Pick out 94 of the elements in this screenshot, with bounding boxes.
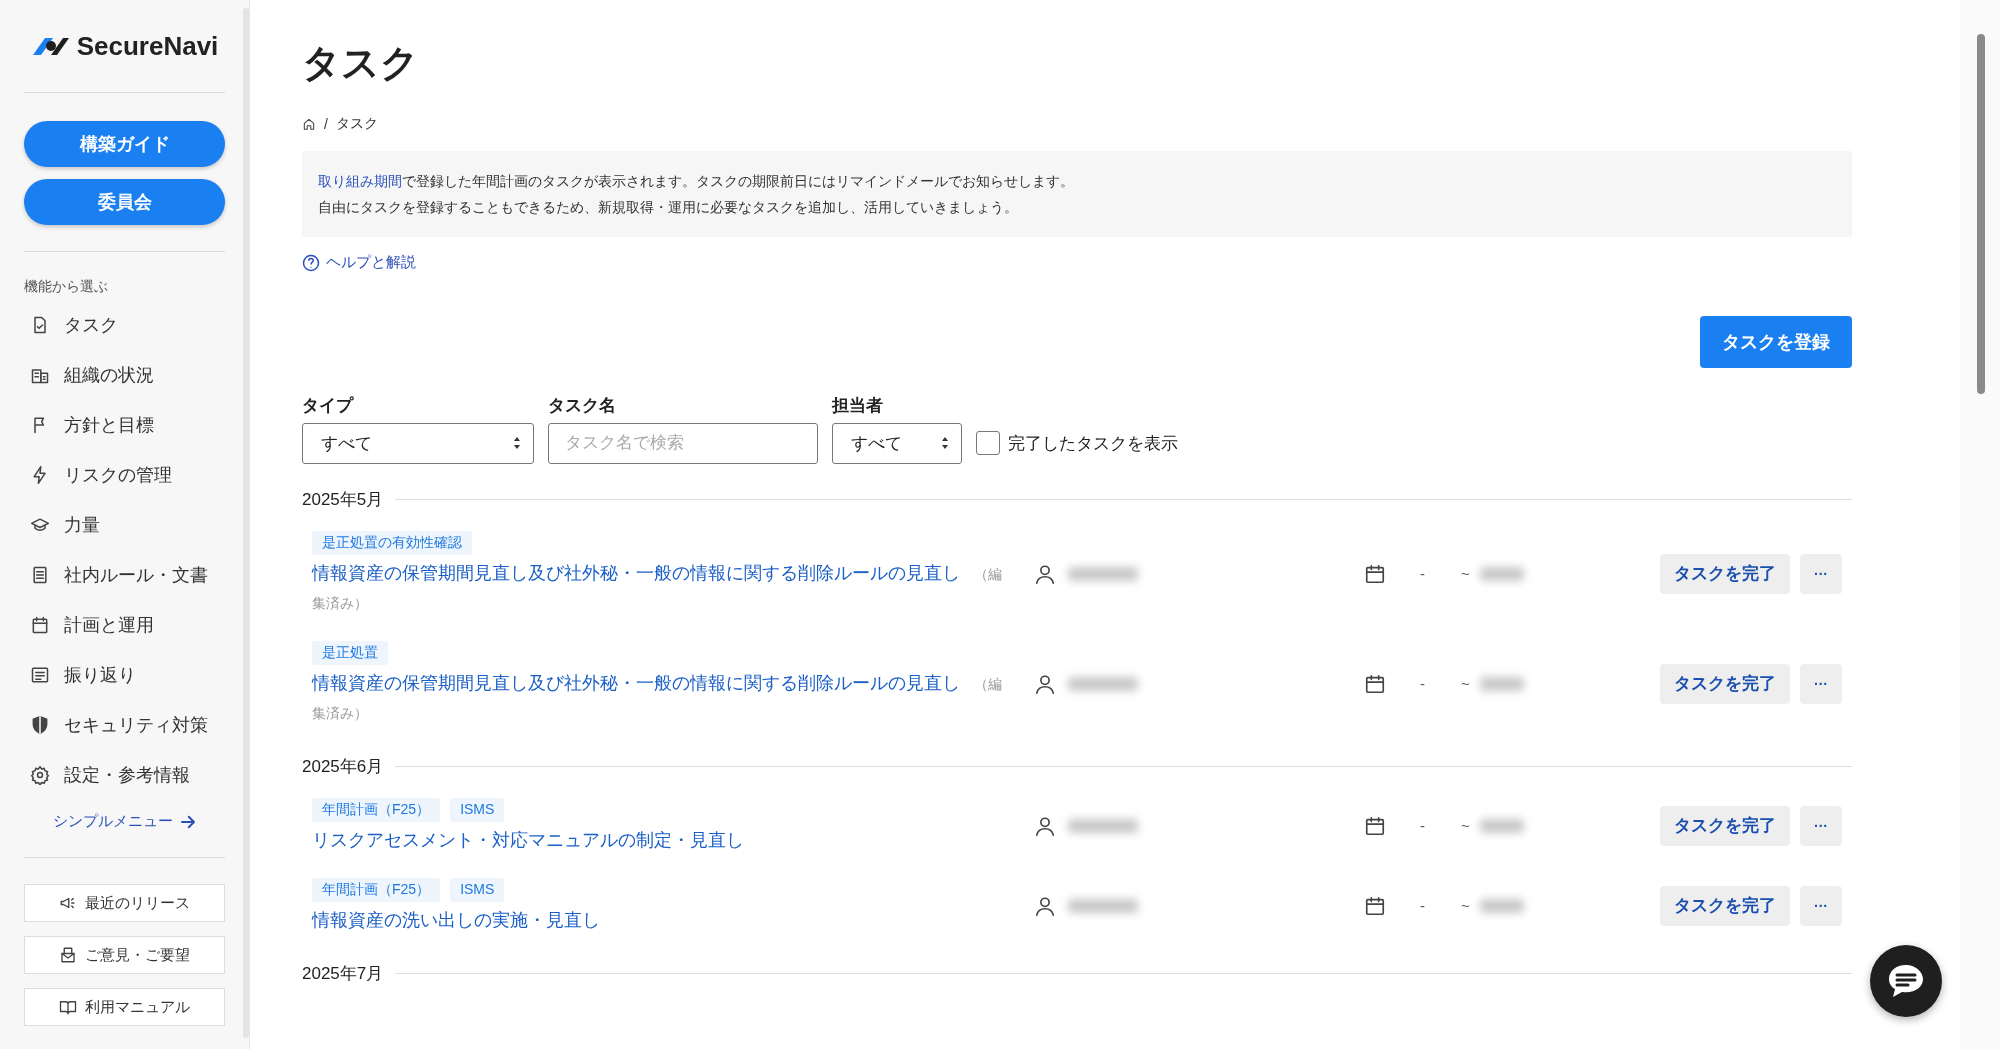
sidebar-item[interactable]: 振り返り (24, 650, 225, 700)
task-title-link[interactable]: 情報資産の保管期間見直し及び社外秘・一般の情報に関する削除ルールの見直し （編集済み） (312, 668, 1012, 727)
sidebar-item[interactable]: 設定・参考情報 (24, 750, 225, 800)
document-list-icon (30, 565, 50, 585)
section-label: 機能から選ぶ (24, 278, 109, 296)
calendar-icon (30, 615, 50, 635)
more-button[interactable]: ··· (1800, 553, 1842, 594)
sidebar-item[interactable]: 方針と目標 (24, 400, 225, 450)
person-icon (1034, 672, 1056, 695)
date-separator: ~ (1461, 565, 1470, 582)
filter-label: タスク名 (548, 394, 617, 417)
complete-task-button[interactable]: タスクを完了 (1660, 885, 1790, 926)
task-tag: 是正処置 (312, 640, 388, 665)
task-name-search-field[interactable]: タスク名で検索 (548, 422, 818, 464)
blurred-date (1479, 818, 1524, 833)
breadcrumb-item[interactable]: タスク (335, 115, 378, 133)
sidebar-item[interactable]: タスク (24, 300, 225, 350)
sidebar-item[interactable]: 社内ルール・文書 (24, 550, 225, 600)
chat-bubble-icon (1886, 962, 1926, 1000)
complete-task-button[interactable]: タスクを完了 (1660, 663, 1790, 704)
message-lines-icon (30, 665, 50, 685)
calendar-icon (1364, 814, 1386, 837)
start-date: - (1420, 565, 1425, 582)
person-icon (1034, 894, 1056, 917)
blurred-name (1068, 566, 1138, 581)
sidebar-button[interactable]: 最近のリリース (24, 884, 225, 922)
blurred-date (1479, 676, 1524, 691)
page-title: タスク (302, 41, 420, 86)
start-date: - (1420, 675, 1425, 692)
chat-button[interactable] (1870, 945, 1942, 1017)
complete-task-button[interactable]: タスクを完了 (1660, 553, 1790, 594)
start-date: - (1420, 897, 1425, 914)
scrollbar-thumb[interactable] (1977, 34, 1985, 394)
nav-button[interactable]: 構築ガイド (24, 121, 225, 167)
calendar-icon (1364, 562, 1386, 585)
sidebar-item[interactable]: 力量 (24, 500, 225, 550)
help-icon (302, 253, 320, 272)
sort-arrows-icon (513, 436, 521, 450)
start-date: - (1420, 817, 1425, 834)
assignee-select[interactable]: すべて (832, 422, 962, 464)
calendar-icon (1364, 894, 1386, 917)
person-icon (1034, 814, 1056, 837)
blurred-date (1479, 566, 1524, 581)
checkbox[interactable] (976, 431, 1000, 455)
blurred-name (1068, 898, 1138, 913)
date-separator: ~ (1461, 817, 1470, 834)
nav-button[interactable]: 委員会 (24, 179, 225, 225)
help-link[interactable]: ヘルプと解説 (302, 253, 416, 272)
checkbox-label: 完了したタスクを表示 (1008, 432, 1178, 455)
blurred-name (1068, 818, 1138, 833)
gear-icon (30, 765, 50, 785)
more-button[interactable]: ··· (1800, 805, 1842, 846)
more-button[interactable]: ··· (1800, 663, 1842, 704)
filter-label: タイプ (302, 394, 355, 417)
logo-text: SecureNavi (76, 30, 219, 62)
date-separator: ~ (1461, 675, 1470, 692)
blurred-name (1068, 676, 1138, 691)
sidebar-button[interactable]: ご意見・ご要望 (24, 936, 225, 974)
sidebar-item[interactable]: 計画と運用 (24, 600, 225, 650)
task-tag: ISMS (450, 877, 505, 902)
task-tag: 年間計画（F25） (312, 877, 441, 902)
period-link[interactable]: 取り組み期間 (318, 173, 402, 189)
month-heading: 2025年7月 (302, 962, 384, 985)
sidebar-button[interactable]: 利用マニュアル (24, 988, 225, 1026)
shield-icon (30, 715, 50, 735)
complete-task-button[interactable]: タスクを完了 (1660, 805, 1790, 846)
month-heading: 2025年6月 (302, 755, 384, 778)
task-tag: 年間計画（F25） (312, 797, 441, 822)
logo-icon (30, 35, 71, 57)
task-title-link[interactable]: 情報資産の洗い出しの実施・見直し (312, 905, 1012, 934)
home-icon (302, 117, 316, 131)
open-book-icon (59, 998, 77, 1016)
sidebar-item[interactable]: リスクの管理 (24, 450, 225, 500)
date-separator: ~ (1461, 897, 1470, 914)
type-select[interactable]: すべて (302, 422, 534, 464)
task-tag: 是正処置の有効性確認 (312, 530, 472, 555)
simple-menu-link[interactable]: シンプルメニュー (52, 812, 197, 831)
month-heading: 2025年5月 (302, 488, 384, 511)
calendar-icon (1364, 672, 1386, 695)
info-text: 取り組み期間で登録した年間計画のタスクが表示されます。タスクの期限前日にはリマインドメールでお知らせします。 (318, 172, 1075, 191)
more-button[interactable]: ··· (1800, 885, 1842, 926)
blurred-date (1479, 898, 1524, 913)
sidebar-item[interactable]: 組織の状況 (24, 350, 225, 400)
task-title-link[interactable]: 情報資産の保管期間見直し及び社外秘・一般の情報に関する削除ルールの見直し （編集済み） (312, 558, 1012, 617)
sidebar-item[interactable]: セキュリティ対策 (24, 700, 225, 750)
info-text: 自由にタスクを登録することもできるため、新規取得・運用に必要なタスクを追加し、活用していきましょう。 (318, 198, 1019, 217)
task-tag: ISMS (450, 797, 505, 822)
sort-arrows-icon (941, 436, 949, 450)
breadcrumb-separator: / (324, 116, 328, 132)
task-title-link[interactable]: リスクアセスメント・対応マニュアルの制定・見直し (312, 825, 1012, 854)
filter-label: 担当者 (832, 394, 884, 417)
person-icon (1034, 562, 1056, 585)
mail-form-icon (59, 946, 77, 964)
register-task-button[interactable]: タスクを登録 (1700, 315, 1852, 368)
